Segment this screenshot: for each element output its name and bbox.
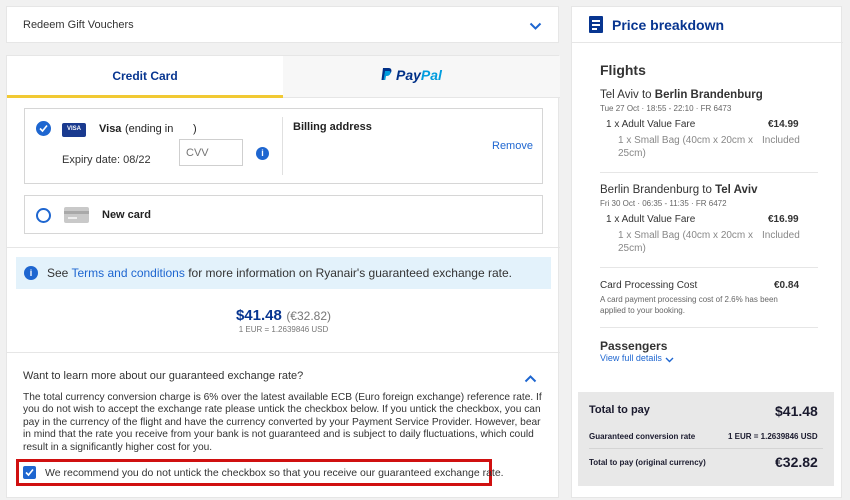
exchange-info-text: See Terms and conditions for more inform… (47, 266, 512, 280)
breakdown-divider (600, 267, 818, 268)
original-total-value: €32.82 (775, 454, 818, 470)
redeem-vouchers-row[interactable]: Redeem Gift Vouchers (6, 6, 559, 43)
card-ending-label: (ending in (125, 123, 174, 135)
conversion-value: 1 EUR = 1.2639846 USD (728, 432, 818, 441)
outbound-to-word: to (638, 89, 655, 101)
paypal-icon (381, 68, 392, 80)
totals-divider (589, 448, 823, 449)
exchange-explanation: The total currency conversion charge is … (23, 392, 542, 453)
outbound-from: Tel Aviv (600, 89, 639, 101)
info-icon: i (24, 266, 38, 280)
remove-card-link[interactable]: Remove (492, 140, 533, 152)
flights-heading: Flights (600, 62, 646, 78)
exchange-rate-line: 1 EUR = 1.2639846 USD (238, 325, 329, 334)
price-summary: $41.48 (€32.82) (7, 307, 560, 325)
exchange-checkbox-label: We recommend you do not untick the check… (45, 467, 504, 479)
banner-prefix: See (47, 266, 72, 280)
exchange-checkbox-row[interactable]: We recommend you do not untick the check… (16, 459, 504, 486)
price-breakdown-header: Price breakdown (572, 7, 843, 43)
inbound-fare-label: 1 x Adult Value Fare (606, 214, 696, 225)
breakdown-divider (600, 327, 818, 328)
payment-tabs: Credit Card PayPal (7, 56, 560, 98)
inbound-bag-line2: 25cm) (618, 243, 646, 254)
outbound-details: Tue 27 Oct · 18:55 - 22:10 · FR 6473 (600, 104, 732, 113)
total-label: Total to pay (589, 404, 650, 416)
processing-note-line1: A card payment processing cost of 2.6% h… (600, 295, 778, 304)
outbound-bag-line1: 1 x Small Bag (40cm x 20cm x (618, 135, 754, 146)
outbound-fare-price: €14.99 (768, 119, 799, 130)
passengers-heading: Passengers (600, 339, 668, 353)
breakdown-divider (600, 172, 818, 173)
exchange-checkbox[interactable] (23, 466, 36, 479)
terms-link[interactable]: Terms and conditions (71, 266, 184, 280)
card-divider (282, 117, 283, 175)
processing-cost-label: Card Processing Cost (600, 280, 698, 291)
chevron-down-icon[interactable] (529, 18, 542, 36)
visa-badge-text: VISA (66, 126, 81, 132)
card-ending-close: ) (193, 123, 197, 135)
chevron-up-icon[interactable] (524, 370, 537, 388)
inbound-details: Fri 30 Oct · 06:35 - 11:35 · FR 6472 (600, 199, 727, 208)
inbound-route: Berlin Brandenburg to Tel Aviv (600, 184, 757, 196)
exchange-question[interactable]: Want to learn more about our guaranteed … (23, 370, 303, 382)
tab-credit-card-label: Credit Card (112, 69, 178, 83)
saved-card-option[interactable]: VISA Visa (ending in ) Expiry date: 08/2… (24, 108, 543, 184)
paypal-logo: PayPal (381, 67, 442, 83)
inbound-fare-price: €16.99 (768, 214, 799, 225)
outbound-to: Berlin Brandenburg (654, 89, 763, 101)
inbound-from: Berlin Brandenburg (600, 184, 700, 196)
outbound-bag-price: Included (762, 135, 800, 146)
banner-suffix: for more information on Ryanair's guaran… (184, 266, 512, 280)
inbound-to-word: to (699, 184, 716, 196)
new-card-label: New card (102, 209, 151, 221)
view-details-link[interactable]: View full details (600, 353, 662, 363)
inbound-to: Tel Aviv (715, 184, 758, 196)
processing-cost-price: €0.84 (774, 280, 800, 291)
outbound-bag-line2: 25cm) (618, 148, 646, 159)
cvv-input[interactable] (179, 139, 243, 166)
section-divider (7, 247, 560, 248)
new-card-option[interactable]: New card (24, 195, 543, 234)
visa-card-icon: VISA (62, 123, 86, 137)
original-total-label: Total to pay (original currency) (589, 458, 706, 467)
breakdown-details: Flights Tel Aviv to Berlin Brandenburg T… (581, 49, 833, 387)
section-divider (7, 352, 560, 353)
payment-panel: Credit Card PayPal VISA Visa (ending in … (6, 55, 560, 498)
conversion-label: Guaranteed conversion rate (589, 432, 696, 441)
totals-box: Total to pay $41.48 Guaranteed conversio… (578, 392, 834, 486)
price-usd: $41.48 (235, 307, 282, 324)
price-breakdown-title: Price breakdown (612, 17, 725, 33)
processing-note-line2: applied to your booking. (600, 306, 685, 315)
tab-paypal[interactable]: PayPal (283, 56, 560, 98)
price-breakdown-panel: Price breakdown Flights Tel Aviv to Berl… (571, 6, 843, 498)
inbound-bag-line1: 1 x Small Bag (40cm x 20cm x (618, 230, 754, 241)
total-value: $41.48 (775, 403, 818, 419)
paypal-text-pal: Pal (420, 67, 442, 83)
cvv-info-icon[interactable]: i (256, 147, 269, 160)
paypal-text-pay: Pay (396, 67, 421, 83)
card-brand: Visa (99, 123, 122, 135)
receipt-icon (589, 16, 603, 33)
card-expiry: Expiry date: 08/22 (62, 154, 151, 166)
chevron-down-icon[interactable] (665, 354, 674, 366)
new-card-radio[interactable] (36, 208, 51, 223)
tab-credit-card[interactable]: Credit Card (7, 56, 283, 98)
billing-address-label: Billing address (293, 121, 372, 133)
price-eur: (€32.82) (286, 309, 332, 323)
redeem-vouchers-label: Redeem Gift Vouchers (23, 19, 134, 31)
exchange-info-banner: i See Terms and conditions for more info… (16, 257, 551, 289)
selected-check-icon[interactable] (36, 121, 51, 136)
outbound-route: Tel Aviv to Berlin Brandenburg (600, 89, 763, 101)
credit-card-icon (64, 207, 89, 223)
inbound-bag-price: Included (762, 230, 800, 241)
outbound-fare-label: 1 x Adult Value Fare (606, 119, 696, 130)
